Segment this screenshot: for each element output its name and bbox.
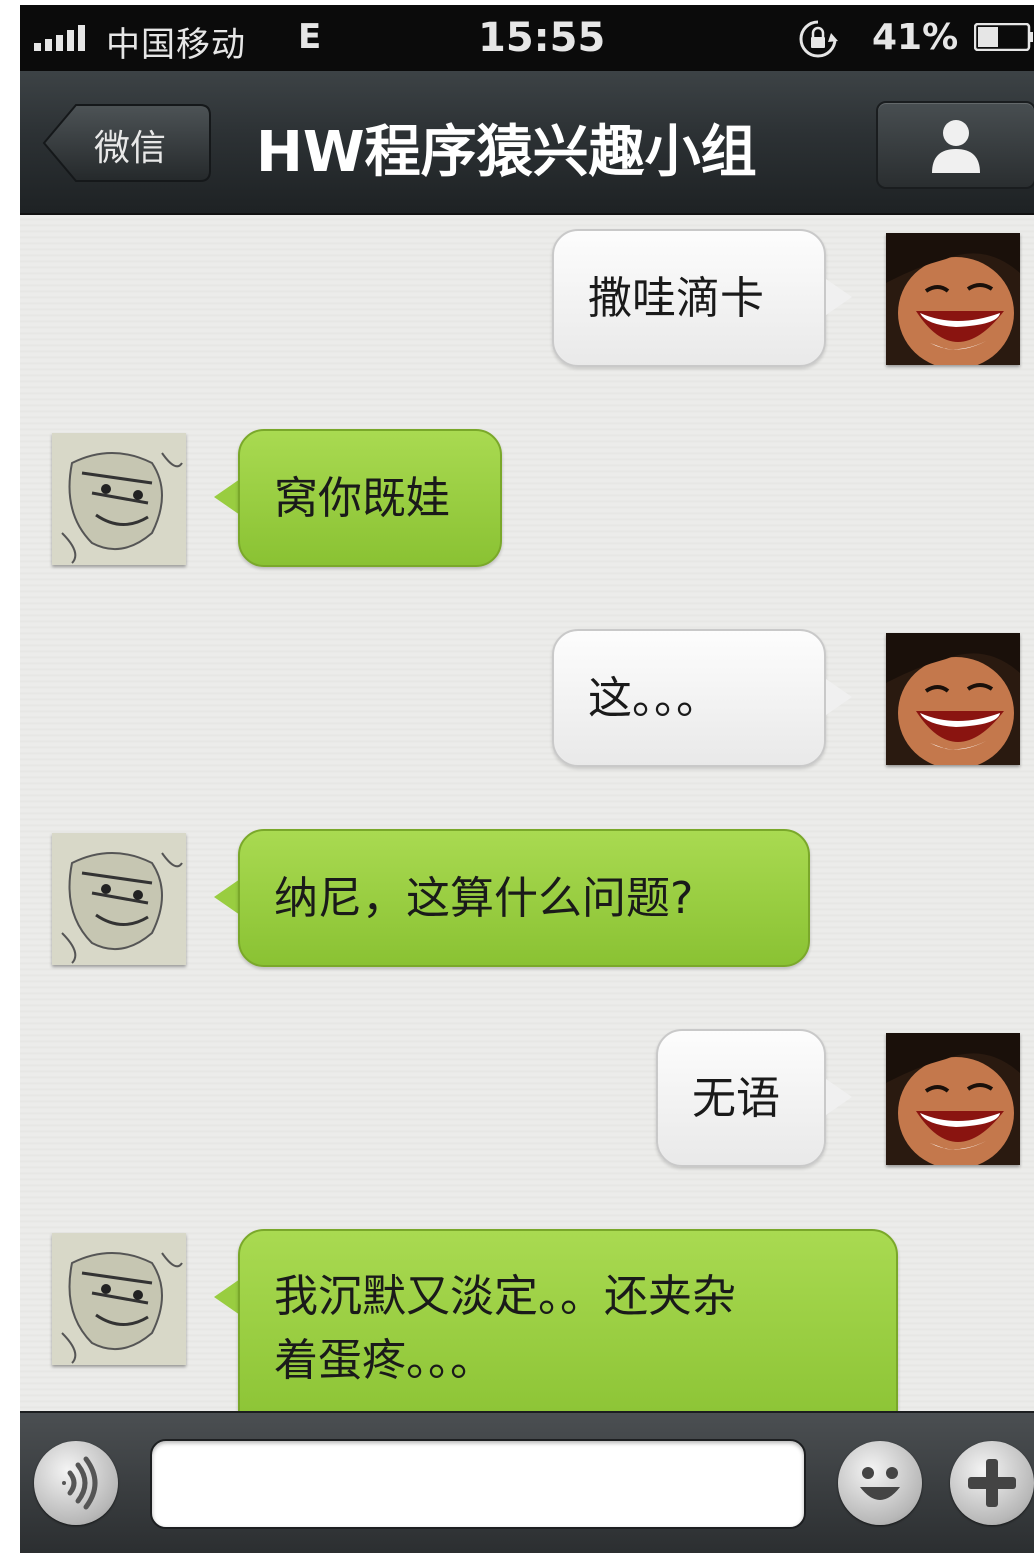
status-bar: 中国移动 E 15:55 41%: [20, 5, 1034, 71]
avatar-other[interactable]: [52, 1233, 186, 1365]
sketch-face-avatar-icon: [52, 833, 186, 965]
input-bar: [20, 1411, 1034, 1553]
phone-screen: 中国移动 E 15:55 41% 微信 HW程序猿兴趣小组 撒哇滴卡 窝你既娃 …: [20, 5, 1034, 1553]
message-text: 撒哇滴卡: [588, 273, 764, 324]
sketch-face-avatar-icon: [52, 1233, 186, 1365]
plus-icon: [968, 1459, 1016, 1507]
chat-message-list[interactable]: 撒哇滴卡 窝你既娃 这。。。 纳尼，这算什么问题? 无语 我沉默又淡定。。还夹杂…: [20, 215, 1034, 1439]
emoji-button[interactable]: [838, 1441, 922, 1525]
bubble-tail: [826, 679, 852, 715]
bubble-tail: [214, 479, 240, 515]
message-text: 窝你既娃: [274, 473, 450, 524]
carrier-name: 中国移动: [106, 25, 246, 65]
bubble-tail: [826, 1079, 852, 1115]
group-info-button[interactable]: [876, 101, 1034, 189]
message-bubble-received[interactable]: 我沉默又淡定。。还夹杂 着蛋疼。。。: [238, 1229, 898, 1439]
message-text: 这。。。: [588, 673, 720, 724]
message-text-line-2: 着蛋疼。。。: [274, 1335, 494, 1386]
network-type: E: [298, 17, 322, 57]
message-bubble-received[interactable]: 纳尼，这算什么问题?: [238, 829, 810, 967]
add-button[interactable]: [950, 1441, 1034, 1525]
message-bubble-received[interactable]: 窝你既娃: [238, 429, 502, 567]
avatar-self[interactable]: [886, 633, 1020, 765]
message-text: 我沉默又淡定。。还夹杂: [274, 1271, 736, 1322]
avatar-other[interactable]: [52, 433, 186, 565]
sketch-face-avatar-icon: [52, 433, 186, 565]
chat-title: HW程序猿兴趣小组: [256, 120, 757, 185]
signal-bars-icon: [34, 25, 85, 51]
back-button-label: 微信: [94, 128, 167, 169]
avatar-self[interactable]: [886, 1033, 1020, 1165]
avatar-self[interactable]: [886, 233, 1020, 365]
laughing-face-avatar-icon: [886, 233, 1020, 365]
smiley-icon: [860, 1467, 900, 1500]
laughing-face-avatar-icon: [886, 633, 1020, 765]
voice-button[interactable]: [34, 1441, 118, 1525]
navigation-bar: 微信 HW程序猿兴趣小组: [20, 71, 1034, 215]
status-time: 15:55: [478, 15, 606, 61]
bubble-tail: [826, 279, 852, 315]
laughing-face-avatar-icon: [886, 1033, 1020, 1165]
battery-percent: 41%: [872, 17, 959, 58]
message-input[interactable]: [150, 1439, 806, 1529]
bubble-tail: [214, 879, 240, 915]
rotation-lock-icon: [799, 20, 838, 58]
battery-icon: [974, 23, 1033, 51]
back-button[interactable]: 微信: [42, 101, 212, 185]
voice-icon: [62, 1456, 98, 1510]
message-bubble-sent[interactable]: 这。。。: [552, 629, 826, 767]
avatar-other[interactable]: [52, 833, 186, 965]
message-bubble-sent[interactable]: 无语: [656, 1029, 826, 1167]
person-icon: [932, 120, 980, 173]
bubble-tail: [214, 1279, 240, 1315]
message-bubble-sent[interactable]: 撒哇滴卡: [552, 229, 826, 367]
message-text: 无语: [692, 1073, 780, 1124]
message-text: 纳尼，这算什么问题?: [274, 873, 694, 924]
